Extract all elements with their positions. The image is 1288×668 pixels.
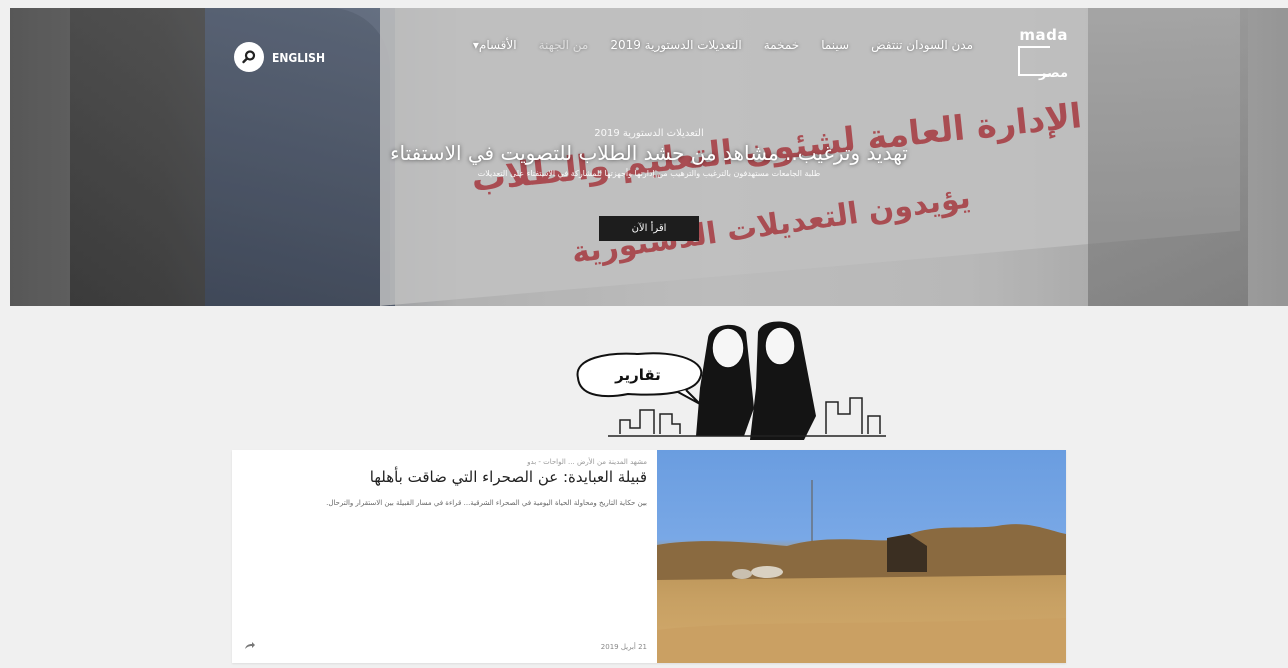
menu-item-cinema[interactable]: سينما [821,38,849,52]
main-menu: الأقسام▾ من الجهنة التعديلات الدستورية 2… [473,38,973,52]
hero-content: التعديلات الدستورية 2019 تهديد وترغيب.. … [10,128,1288,178]
read-now-button[interactable]: اقرأ الآن [599,216,699,241]
menu-item-sudan[interactable]: مدن السودان تنتفض [871,38,973,52]
language-switch-english[interactable]: ENGLISH [272,51,325,65]
article-card-text: مشهد المدينة من الأرض ... الواحات - بدو … [232,450,657,663]
site-logo[interactable]: mada مصر [1018,26,1068,81]
article-card-excerpt: بين حكاية التاريخ ومحاولة الحياة اليومية… [326,499,647,507]
article-card-photo [657,480,1066,663]
share-icon[interactable] [244,641,256,649]
hero-category[interactable]: التعديلات الدستورية 2019 [10,128,1288,139]
menu-item-sections-label: الأقسام [478,38,517,52]
hero-title[interactable]: تهديد وترغيب.. مشاهد من حشد الطلاب للتصو… [10,141,1288,165]
article-card[interactable]: مشهد المدينة من الأرض ... الواحات - بدو … [232,450,1066,663]
menu-item-khamkhama[interactable]: خمخمة [764,38,799,52]
menu-item-constitutional-amendments[interactable]: التعديلات الدستورية 2019 [610,38,741,52]
reports-illustration-drawing [576,321,886,440]
search-button[interactable] [234,42,264,72]
hero-subtitle: طلبة الجامعات مستهدفون بالترغيب والترهيب… [477,169,821,178]
top-navigation: ENGLISH الأقسام▾ من الجهنة التعديلات الد… [10,20,1288,81]
logo-text-arabic: مصر [1039,66,1068,81]
article-card-image[interactable] [657,450,1066,663]
reports-section-illustration: تقارير [568,318,888,450]
search-icon [242,50,256,64]
article-card-title[interactable]: قبيلة العبايدة: عن الصحراء التي ضاقت بأه… [370,468,647,486]
article-card-date: 21 أبريل 2019 [600,643,647,651]
reports-section-title[interactable]: تقارير [608,366,668,384]
menu-item-from-front[interactable]: من الجهنة [539,38,589,52]
menu-item-sections[interactable]: الأقسام▾ [473,38,517,52]
logo-text-latin: mada [1019,26,1068,44]
article-card-tags[interactable]: مشهد المدينة من الأرض ... الواحات - بدو [527,458,647,466]
page: الإدارة العامة لشئون التعليم والطلاب يؤي… [0,0,1288,668]
hero-banner: الإدارة العامة لشئون التعليم والطلاب يؤي… [10,8,1288,306]
share-arrow-icon [245,642,255,649]
